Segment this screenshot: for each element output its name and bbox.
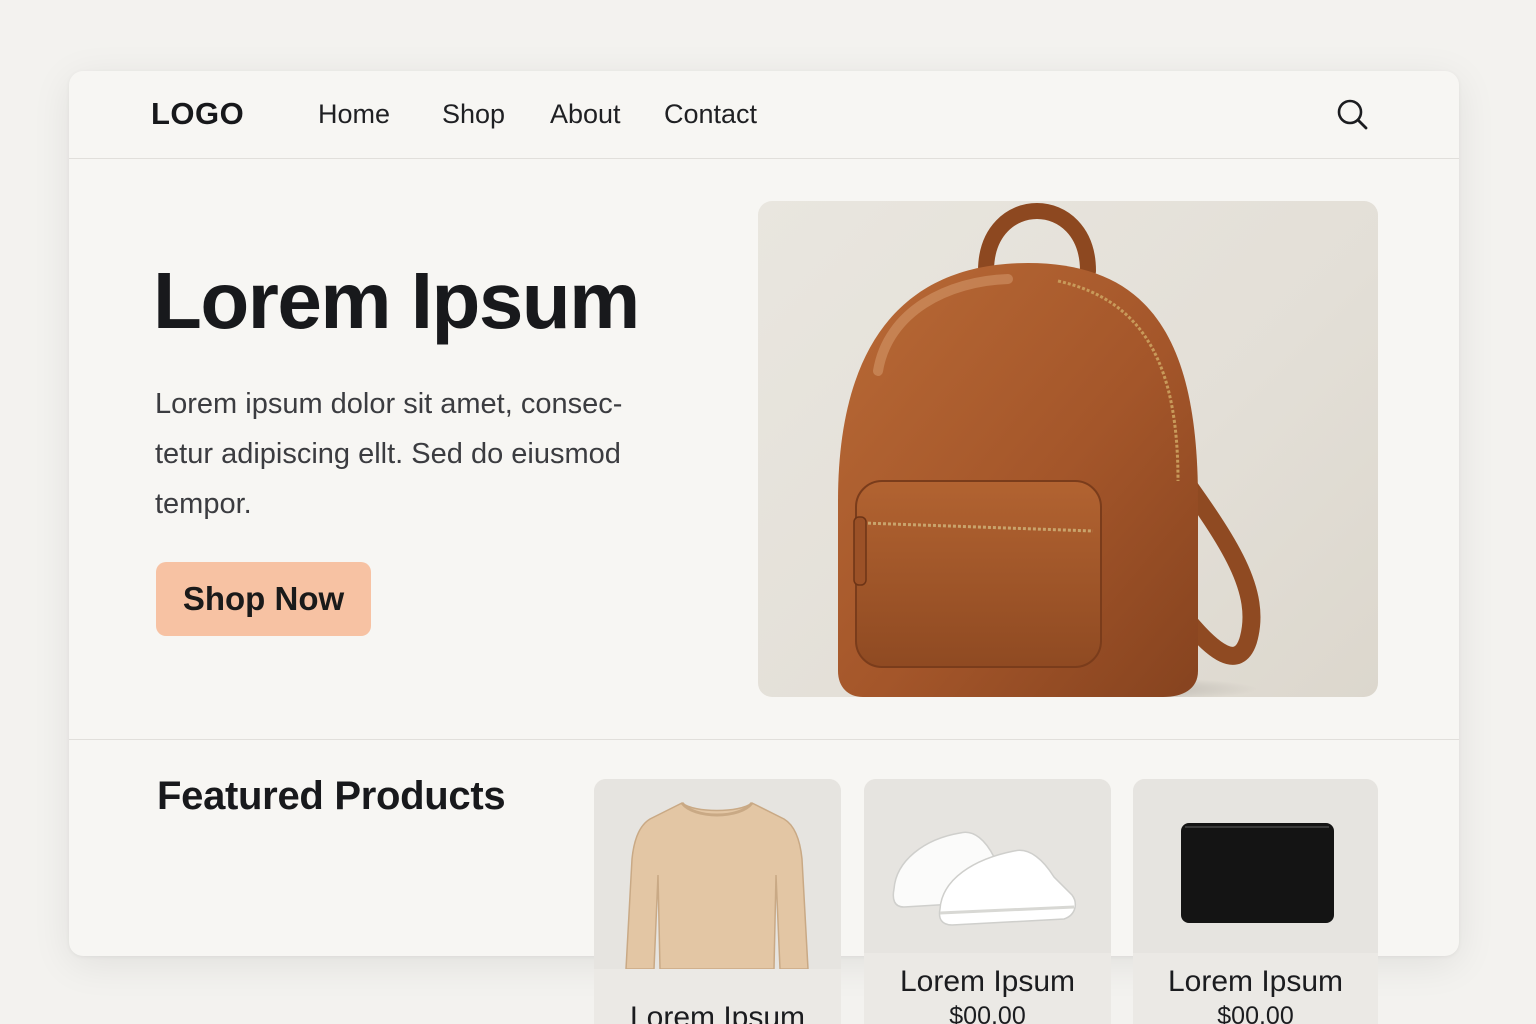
sweater-icon	[625, 801, 809, 970]
shop-now-button[interactable]: Shop Now	[156, 562, 371, 636]
backpack-icon	[838, 203, 1261, 697]
search-icon	[1337, 99, 1368, 130]
pouch-icon	[1181, 823, 1334, 923]
hero-backpack-image	[758, 201, 1378, 697]
product-card[interactable]: Lorem Ipsum	[594, 779, 841, 1024]
nav-link-about[interactable]: About	[550, 99, 621, 130]
product-price: $00.00	[1217, 1002, 1294, 1024]
hero-description: Lorem ipsum dolor sit amet, consec-tetur…	[155, 388, 623, 520]
nav-link-home[interactable]: Home	[318, 99, 390, 130]
product-name: Lorem Ipsum	[899, 965, 1076, 998]
featured-products-title: Featured Products	[157, 774, 506, 818]
page: LOGO Home Shop About Contact Lorem Ipsum…	[0, 0, 1536, 1024]
nav-link-contact[interactable]: Contact	[664, 99, 757, 130]
section-divider	[69, 739, 1459, 740]
product-image	[1133, 779, 1378, 953]
product-name: Lorem Ipsum	[1167, 965, 1344, 998]
top-nav: LOGO Home Shop About Contact	[69, 71, 1459, 159]
nav-link-shop[interactable]: Shop	[442, 99, 505, 130]
product-image	[594, 779, 841, 970]
logo[interactable]: LOGO	[151, 96, 244, 132]
product-card[interactable]: Lorem Ipsum $00.00	[1133, 779, 1378, 1024]
product-price: $00.00	[949, 1002, 1026, 1024]
product-card[interactable]: Lorem Ipsum $00.00	[864, 779, 1111, 1024]
product-image	[864, 779, 1111, 953]
search-button[interactable]	[1333, 95, 1373, 135]
hero-title: Lorem Ipsum	[153, 256, 640, 345]
product-name: Lorem Ipsum	[629, 1001, 806, 1024]
sneakers-icon	[892, 831, 1077, 926]
